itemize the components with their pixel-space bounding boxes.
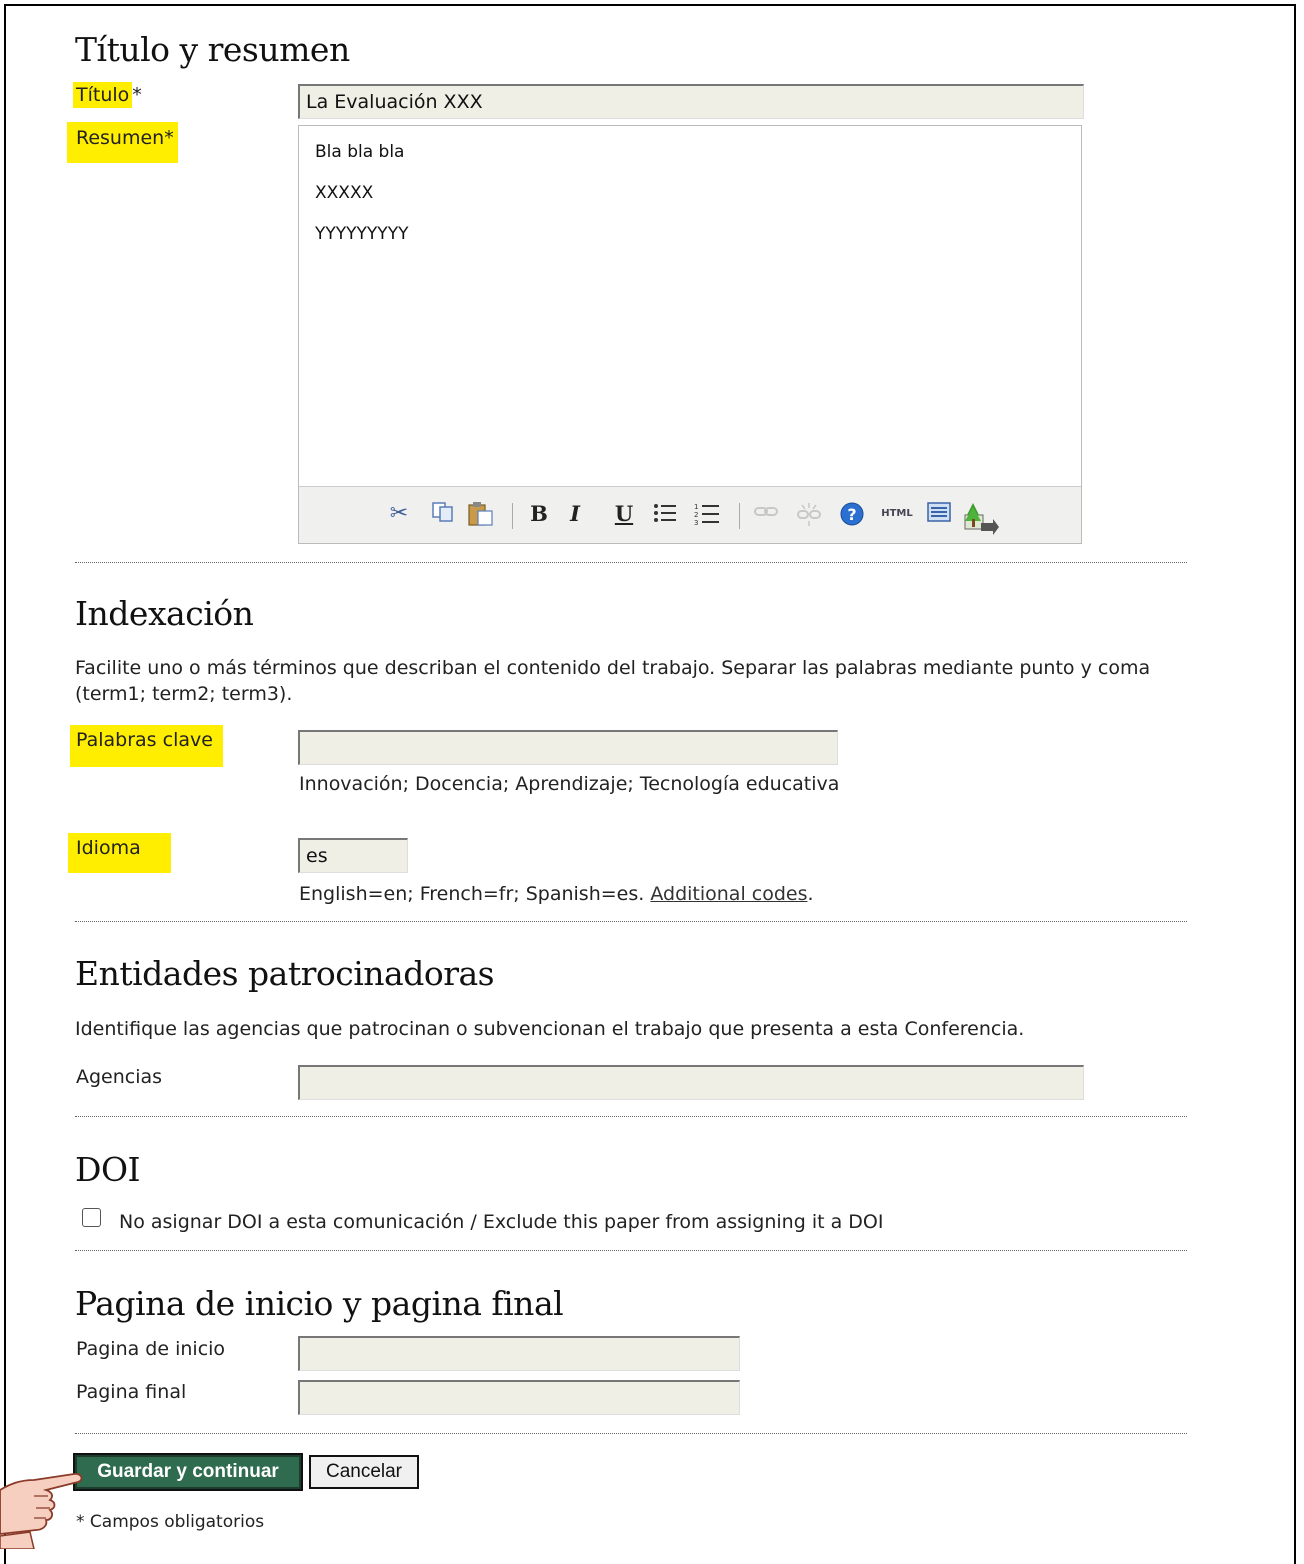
section-divider xyxy=(75,1250,1187,1251)
keywords-label: Palabras clave xyxy=(70,725,223,767)
help-icon[interactable]: ? xyxy=(838,501,866,534)
toolbar-separator xyxy=(739,503,740,529)
resumen-editor-content[interactable]: Bla bla bla XXXXX YYYYYYYYY xyxy=(315,142,408,265)
section-divider xyxy=(75,1116,1187,1117)
keywords-label-text: Palabras clave xyxy=(70,725,223,767)
save-continue-button[interactable]: Guardar y continuar xyxy=(73,1453,303,1491)
titulo-input[interactable]: La Evaluación XXX xyxy=(298,84,1084,119)
section-divider xyxy=(75,562,1187,563)
titulo-label-text: Título xyxy=(73,82,133,108)
cancel-button[interactable]: Cancelar xyxy=(309,1455,419,1489)
link-icon[interactable] xyxy=(752,501,780,528)
titulo-label: Título * xyxy=(73,82,142,108)
indexacion-description: Facilite uno o más términos que describa… xyxy=(75,657,1151,705)
italic-icon[interactable]: I xyxy=(561,501,589,527)
section-divider xyxy=(75,921,1187,922)
paste-icon[interactable] xyxy=(467,501,495,534)
resumen-editor[interactable]: Bla bla bla XXXXX YYYYYYYYY ✂ B I U 123 … xyxy=(298,125,1082,544)
additional-codes-link[interactable]: Additional codes xyxy=(650,883,807,905)
pagina-final-input[interactable] xyxy=(298,1380,740,1415)
resumen-label-highlight: Resumen* xyxy=(67,122,178,163)
entidades-description: Identifique las agencias que patrocinan … xyxy=(75,1018,1025,1040)
section-heading-paginas: Pagina de inicio y pagina final xyxy=(75,1284,564,1323)
pointing-hand-icon xyxy=(0,1473,83,1549)
svg-text:2: 2 xyxy=(694,511,698,519)
doi-checkbox[interactable] xyxy=(82,1208,101,1227)
unlink-icon[interactable] xyxy=(795,501,823,534)
language-hint: English=en; French=fr; Spanish=es. Addit… xyxy=(299,881,814,907)
fullscreen-icon[interactable] xyxy=(925,501,953,530)
svg-text:?: ? xyxy=(847,505,856,524)
pagina-inicio-label: Pagina de inicio xyxy=(76,1338,226,1360)
agencias-input[interactable] xyxy=(298,1065,1084,1100)
language-label-text: Idioma xyxy=(68,833,171,873)
keywords-hint: Innovación; Docencia; Aprendizaje; Tecno… xyxy=(299,773,840,795)
required-fields-note: * Campos obligatorios xyxy=(76,1512,265,1532)
language-hint-text: English=en; French=fr; Spanish=es. xyxy=(299,883,645,905)
agencias-label: Agencias xyxy=(76,1066,163,1088)
language-hint-end: . xyxy=(807,883,814,905)
bold-icon[interactable]: B xyxy=(525,501,553,527)
pagina-inicio-input[interactable] xyxy=(298,1336,740,1371)
required-mark: * xyxy=(132,84,142,106)
underline-icon[interactable]: U xyxy=(610,501,638,527)
svg-text:3: 3 xyxy=(694,519,698,527)
editor-toolbar: ✂ B I U 123 ? HTML xyxy=(299,486,1081,543)
resumen-line: XXXXX xyxy=(315,183,374,203)
cut-icon[interactable]: ✂ xyxy=(385,501,413,527)
resumen-line: YYYYYYYYY xyxy=(315,224,409,244)
section-divider xyxy=(75,1433,1187,1434)
doi-checkbox-label[interactable]: No asignar DOI a esta comunicación / Exc… xyxy=(119,1209,883,1235)
keywords-input[interactable] xyxy=(298,730,838,765)
resumen-label-text: Resumen xyxy=(76,127,165,149)
resumen-line: Bla bla bla xyxy=(315,142,405,162)
toolbar-separator xyxy=(512,503,513,529)
section-heading-doi: DOI xyxy=(75,1150,141,1189)
copy-icon[interactable] xyxy=(429,501,457,530)
section-heading-entidades: Entidades patrocinadoras xyxy=(75,954,495,993)
language-input[interactable]: es xyxy=(298,838,408,873)
section-heading-indexacion: Indexación xyxy=(75,594,254,633)
bullet-list-icon[interactable] xyxy=(651,501,679,532)
image-icon[interactable] xyxy=(963,501,999,542)
language-label: Idioma xyxy=(68,833,171,873)
section-heading-titulo: Título y resumen xyxy=(75,30,350,69)
html-icon[interactable]: HTML xyxy=(877,501,917,527)
pagina-final-label: Pagina final xyxy=(76,1381,187,1403)
required-mark: * xyxy=(164,127,174,149)
svg-text:1: 1 xyxy=(694,503,698,511)
resumen-label: Resumen* xyxy=(67,122,178,163)
numbered-list-icon[interactable]: 123 xyxy=(693,501,721,534)
